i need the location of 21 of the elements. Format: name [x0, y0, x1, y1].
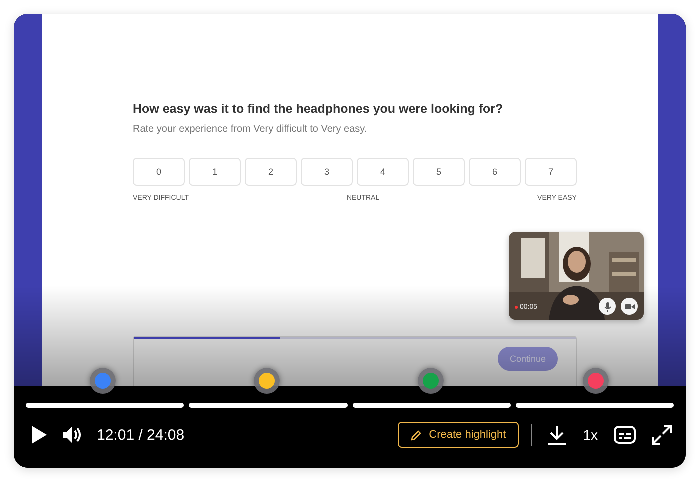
rating-option[interactable]: 6 [469, 158, 521, 186]
playback-time: 12:01 / 24:08 [97, 426, 185, 444]
rating-option[interactable]: 5 [413, 158, 465, 186]
rating-option[interactable]: 3 [301, 158, 353, 186]
camera-icon [624, 302, 634, 310]
playback-speed-button[interactable]: 1x [583, 427, 598, 443]
volume-button[interactable] [63, 426, 83, 444]
rating-option[interactable]: 4 [357, 158, 409, 186]
play-button[interactable] [31, 426, 47, 444]
rating-option[interactable]: 2 [245, 158, 297, 186]
rating-option[interactable]: 0 [133, 158, 185, 186]
captions-button[interactable] [614, 426, 636, 444]
question-hint: Rate your experience from Very difficult to Very easy. [133, 124, 368, 135]
download-button[interactable] [547, 425, 568, 445]
pencil-icon [411, 430, 422, 440]
create-highlight-button[interactable]: Create highlight [398, 422, 520, 448]
microphone-icon [602, 302, 612, 312]
question-text: How easy was it to find the headphones you were looking for? [133, 102, 504, 116]
fullscreen-button[interactable] [652, 425, 672, 445]
rating-option[interactable]: 7 [525, 158, 577, 186]
rating-option[interactable]: 1 [189, 158, 241, 186]
